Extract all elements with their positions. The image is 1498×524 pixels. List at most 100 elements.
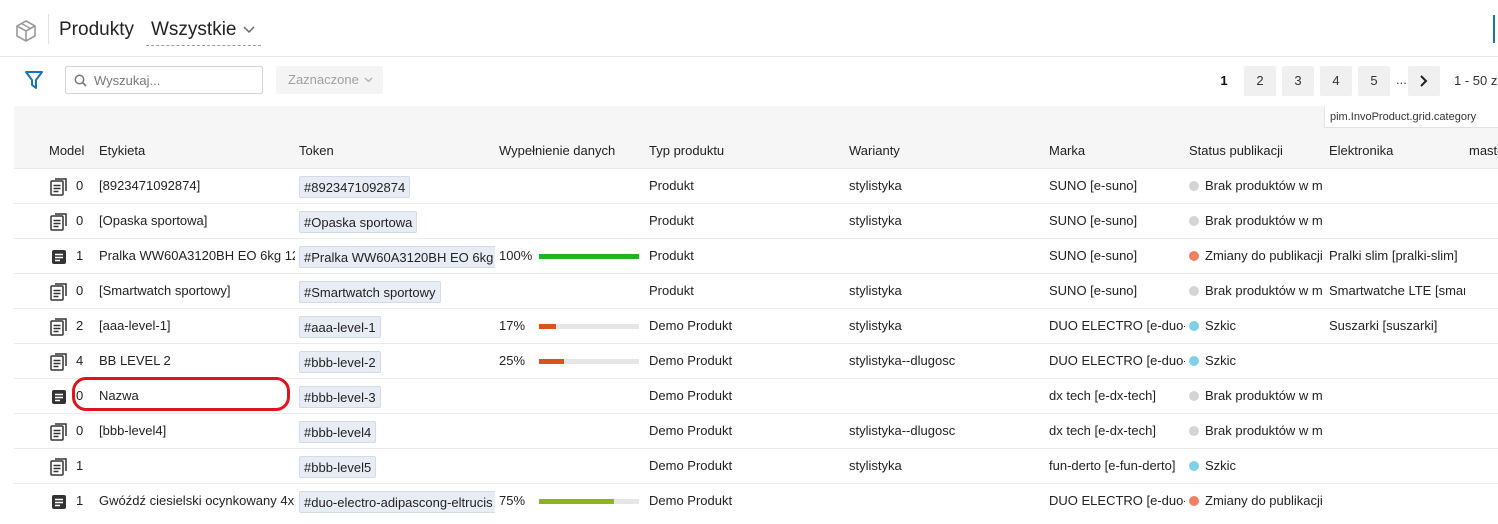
data-fill-bar — [539, 499, 639, 504]
token-chip[interactable]: #Opaska sportowa — [299, 210, 418, 233]
token-cell: #bbb-level5 — [299, 449, 495, 483]
status-dot — [1189, 216, 1199, 226]
product-label[interactable]: Pralka WW60A3120BH EO 6kg 120 — [99, 239, 295, 273]
category-cell: Pralki slim [pralki-slim] — [1329, 248, 1458, 263]
product-label[interactable]: Gwóźdź ciesielski ocynkowany 4x6 — [99, 484, 295, 518]
token-chip[interactable]: #Smartwatch sportowy — [299, 280, 441, 303]
variant-count: 2 — [76, 318, 84, 333]
page-button-5[interactable]: 5 — [1358, 66, 1390, 96]
token-chip[interactable]: #aaa-level-1 — [299, 315, 381, 338]
table-row[interactable]: 4 BB LEVEL 2 #bbb-level-2 25% Demo Produkt st… — [14, 343, 1498, 378]
table-row[interactable]: 0 [Opaska sportowa] #Opaska sportowa Produk… — [14, 203, 1498, 238]
pagination-range: 1 - 50 z — [1454, 73, 1498, 88]
variant-count: 1 — [76, 248, 84, 263]
status-dot — [1189, 286, 1199, 296]
data-fill-bar-value — [539, 359, 564, 364]
data-fill-cell: 17% — [499, 309, 644, 343]
product-label[interactable]: [bbb-level4] — [99, 414, 295, 448]
filter-icon[interactable] — [24, 69, 44, 91]
variant-count: 1 — [76, 458, 84, 473]
token-cell: #bbb-level-3 — [299, 379, 495, 413]
token-chip[interactable]: #bbb-level-3 — [299, 385, 381, 408]
status-dot — [1189, 391, 1199, 401]
table-row[interactable]: 0 [Smartwatch sportowy] #Smartwatch sporto… — [14, 273, 1498, 308]
token-cell: #Pralka WW60A3120BH EO 6kg 1 — [299, 239, 495, 273]
product-label[interactable] — [99, 449, 295, 483]
product-label[interactable]: [Smartwatch sportowy] — [99, 274, 295, 308]
token-cell: #duo-electro-adipascong-eltrucis — [299, 484, 495, 518]
page-title: Produkty — [59, 19, 134, 40]
search-input[interactable] — [94, 70, 254, 90]
column-header-master[interactable]: maste — [1469, 143, 1498, 158]
selected-dropdown[interactable]: Zaznaczone — [276, 66, 383, 94]
status-dot — [1189, 251, 1199, 261]
selected-dropdown-label: Zaznaczone — [288, 72, 359, 87]
table-row[interactable]: 1 Gwóźdź ciesielski ocynkowany 4x6 #duo-el… — [14, 483, 1498, 518]
token-chip[interactable]: #bbb-level-2 — [299, 350, 381, 373]
product-type: Demo Produkt — [649, 353, 733, 368]
token-chip[interactable]: #bbb-level4 — [299, 420, 377, 443]
search-box — [65, 66, 263, 94]
data-fill-percent: 75% — [499, 493, 526, 508]
product-label[interactable]: [8923471092874] — [99, 169, 295, 203]
column-header-publication-status[interactable]: Status publikacji — [1189, 143, 1283, 158]
publication-status: Szkic — [1189, 309, 1325, 343]
column-header-token[interactable]: Token — [299, 143, 334, 158]
publication-status: Zmiany do publikacji — [1189, 239, 1325, 273]
column-header-variants[interactable]: Warianty — [849, 143, 900, 158]
product-label[interactable]: [aaa-level-1] — [99, 309, 295, 343]
model-multi-icon — [50, 423, 68, 441]
table-row[interactable]: 2 [aaa-level-1] #aaa-level-1 17% Demo Produk… — [14, 308, 1498, 343]
category-group-header: pim.InvoProduct.grid.category — [1324, 106, 1498, 128]
table-row[interactable]: 0 [bbb-level4] #bbb-level4 Demo Produkt styl… — [14, 413, 1498, 448]
brand-cell: SUNO [e-suno] — [1049, 248, 1138, 263]
table-row[interactable]: 1 Pralka WW60A3120BH EO 6kg 120 #Pralka WW… — [14, 238, 1498, 273]
product-type: Produkt — [649, 248, 694, 263]
token-cell: #bbb-level-2 — [299, 344, 495, 378]
variant-count: 0 — [76, 283, 84, 298]
column-header-data-fill[interactable]: Wypełnienie danych — [499, 143, 615, 158]
product-type: Demo Produkt — [649, 388, 733, 403]
products-grid: pim.InvoProduct.grid.category Model Etyk… — [14, 106, 1498, 524]
column-header-label[interactable]: Etykieta — [99, 143, 145, 158]
category-cell — [1329, 204, 1465, 238]
product-label[interactable]: BB LEVEL 2 — [99, 344, 295, 378]
publication-status: Brak produktów w m — [1189, 169, 1325, 203]
page-button-4[interactable]: 4 — [1320, 66, 1352, 96]
column-header-model[interactable]: Model — [49, 143, 84, 158]
product-type: Demo Produkt — [649, 423, 733, 438]
variants-cell: stylistyka — [849, 283, 902, 298]
table-row[interactable]: 0 Nazwa #bbb-level-3 Demo Produkt dx tech [e… — [14, 378, 1498, 413]
search-icon — [74, 74, 87, 87]
page-button-1[interactable]: 1 — [1208, 66, 1240, 96]
status-text: Szkic — [1205, 458, 1237, 473]
product-type: Demo Produkt — [649, 493, 733, 508]
table-row[interactable]: 1 #bbb-level5 Demo Produkt stylistyka fun-de… — [14, 448, 1498, 483]
chevron-right-icon — [1420, 75, 1428, 87]
model-single-icon — [50, 248, 68, 266]
model-multi-icon — [50, 353, 68, 371]
product-label[interactable]: [Opaska sportowa] — [99, 204, 295, 238]
page-button-2[interactable]: 2 — [1244, 66, 1276, 96]
token-cell: #Smartwatch sportowy — [299, 274, 495, 308]
product-type: Demo Produkt — [649, 318, 733, 333]
column-header-electronics[interactable]: Elektronika — [1329, 143, 1393, 158]
publication-status: Zmiany do publikacji — [1189, 484, 1325, 518]
token-chip[interactable]: #Pralka WW60A3120BH EO 6kg 1 — [299, 245, 495, 268]
table-row[interactable]: 0 [8923471092874] #8923471092874 Produkt sty… — [14, 168, 1498, 203]
column-header-brand[interactable]: Marka — [1049, 143, 1085, 158]
view-selector[interactable]: Wszystkie — [146, 19, 261, 46]
product-label[interactable]: Nazwa — [99, 379, 295, 413]
token-chip[interactable]: #duo-electro-adipascong-eltrucis — [299, 490, 495, 513]
category-cell — [1329, 379, 1465, 413]
chevron-down-icon — [242, 26, 255, 34]
variants-cell: stylistyka--dlugosc — [849, 353, 956, 368]
token-chip[interactable]: #8923471092874 — [299, 175, 411, 198]
next-page-button[interactable] — [1408, 66, 1440, 96]
brand-cell: dx tech [e-dx-tech] — [1049, 423, 1156, 438]
status-text: Brak produktów w m — [1205, 178, 1323, 193]
publication-status: Brak produktów w m — [1189, 379, 1325, 413]
page-button-3[interactable]: 3 — [1282, 66, 1314, 96]
token-chip[interactable]: #bbb-level5 — [299, 455, 377, 478]
column-header-product-type[interactable]: Typ produktu — [649, 143, 724, 158]
